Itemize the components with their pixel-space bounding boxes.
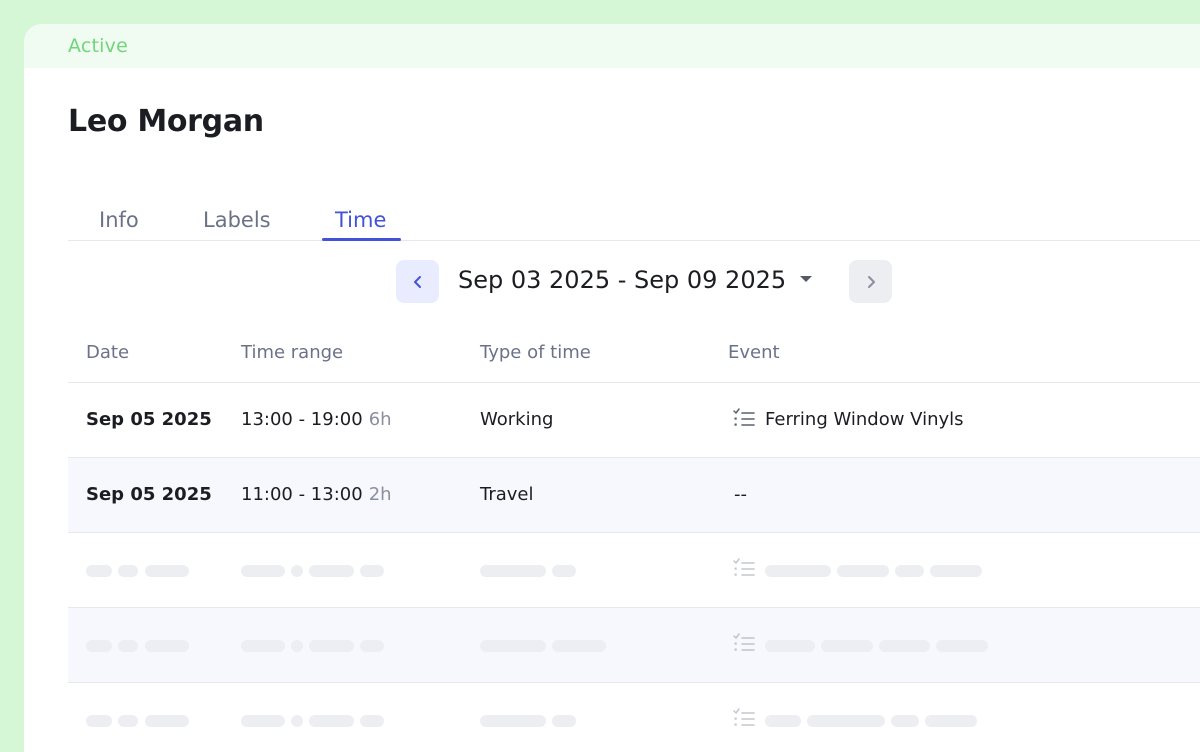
skeleton-bar <box>145 715 189 727</box>
employee-card: Active Leo Morgan Info Labels Time Sep 0… <box>24 24 1200 752</box>
skeleton-bar <box>807 715 885 727</box>
skeleton-bar <box>821 640 873 652</box>
skeleton-bar <box>891 715 919 727</box>
tab-time[interactable]: Time <box>335 194 386 241</box>
skeleton-row <box>68 608 1200 683</box>
active-tab-indicator <box>322 238 401 241</box>
column-header-time-range[interactable]: Time range <box>241 342 343 363</box>
checklist-icon <box>733 558 755 576</box>
column-header-date[interactable]: Date <box>86 342 129 363</box>
duration-text: 6h <box>368 409 392 430</box>
skeleton-bar <box>291 565 303 577</box>
next-week-button[interactable] <box>849 260 892 303</box>
skeleton-bar <box>241 640 285 652</box>
skeleton-bar <box>145 565 189 577</box>
skeleton-bar <box>552 565 576 577</box>
skeleton-bar <box>145 640 189 652</box>
time-table: Date Time range Type of time Event Sep 0… <box>68 324 1200 752</box>
skeleton-bar <box>925 715 977 727</box>
tab-labels[interactable]: Labels <box>203 194 271 241</box>
duration-text: 2h <box>368 484 392 505</box>
skeleton-bar <box>765 565 831 577</box>
table-row[interactable]: Sep 05 2025 11:00 - 13:00 2h Travel -- <box>68 458 1200 533</box>
skeleton-bar <box>480 565 546 577</box>
previous-week-button[interactable] <box>396 260 439 303</box>
status-badge: Active <box>68 35 128 57</box>
time-range-text: 11:00 - 13:00 <box>241 484 363 505</box>
skeleton-bar <box>241 715 285 727</box>
skeleton-bar <box>86 715 112 727</box>
skeleton-bar <box>291 715 303 727</box>
skeleton-bar <box>765 640 815 652</box>
skeleton-bar <box>552 715 576 727</box>
table-header: Date Time range Type of time Event <box>68 324 1200 383</box>
skeleton-bar <box>360 640 384 652</box>
skeleton-bar <box>291 640 303 652</box>
skeleton-bar <box>360 715 384 727</box>
skeleton-bar <box>879 640 930 652</box>
page-title: Leo Morgan <box>68 104 264 139</box>
row-date: Sep 05 2025 <box>86 484 212 505</box>
row-date: Sep 05 2025 <box>86 409 212 430</box>
skeleton-bar <box>309 715 354 727</box>
skeleton-bar <box>118 640 138 652</box>
skeleton-bar <box>360 565 384 577</box>
column-header-type[interactable]: Type of time <box>480 342 591 363</box>
row-type: Working <box>480 409 554 430</box>
skeleton-bar <box>930 565 982 577</box>
skeleton-bar <box>480 715 546 727</box>
checklist-icon <box>733 408 755 426</box>
skeleton-bar <box>86 565 112 577</box>
skeleton-row <box>68 533 1200 608</box>
row-type: Travel <box>480 484 534 505</box>
row-event: -- <box>734 484 747 505</box>
skeleton-bar <box>309 565 354 577</box>
chevron-left-icon <box>413 275 421 288</box>
checklist-icon <box>733 708 755 726</box>
row-time-range: 11:00 - 13:00 2h <box>241 484 392 505</box>
skeleton-bar <box>241 565 285 577</box>
skeleton-bar <box>895 565 924 577</box>
skeleton-bar <box>118 565 138 577</box>
skeleton-bar <box>837 565 889 577</box>
skeleton-bar <box>936 640 988 652</box>
skeleton-row <box>68 683 1200 752</box>
skeleton-bar <box>480 640 546 652</box>
skeleton-bar <box>86 640 112 652</box>
table-row[interactable]: Sep 05 2025 13:00 - 19:00 6h Working Ferr… <box>68 383 1200 458</box>
date-range-navigator: Sep 03 2025 - Sep 09 2025 <box>396 260 896 303</box>
skeleton-bar <box>552 640 606 652</box>
row-time-range: 13:00 - 19:00 6h <box>241 409 392 430</box>
skeleton-bar <box>765 715 801 727</box>
skeleton-bar <box>118 715 138 727</box>
row-event[interactable]: Ferring Window Vinyls <box>765 409 964 430</box>
skeleton-bar <box>309 640 354 652</box>
checklist-icon <box>733 633 755 651</box>
status-strip: Active <box>24 24 1200 68</box>
tab-info[interactable]: Info <box>99 194 139 241</box>
column-header-event[interactable]: Event <box>728 342 780 363</box>
time-range-text: 13:00 - 19:00 <box>241 409 363 430</box>
date-range-label[interactable]: Sep 03 2025 - Sep 09 2025 <box>458 266 786 294</box>
chevron-down-icon[interactable] <box>800 276 812 282</box>
tab-bar: Info Labels Time <box>68 194 1200 241</box>
chevron-right-icon <box>867 275 875 288</box>
